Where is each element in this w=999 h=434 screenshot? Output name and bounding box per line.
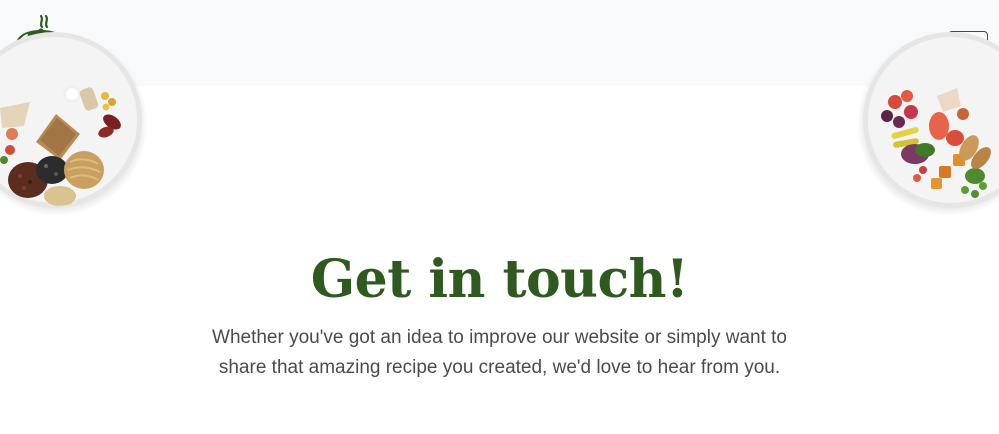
intro-text: Whether you've got an idea to improve ou… — [212, 327, 787, 378]
food-plate-right — [857, 30, 999, 216]
page-title: Get in touch! — [310, 249, 689, 310]
food-plate-left — [0, 30, 148, 216]
navbar — [0, 0, 999, 86]
